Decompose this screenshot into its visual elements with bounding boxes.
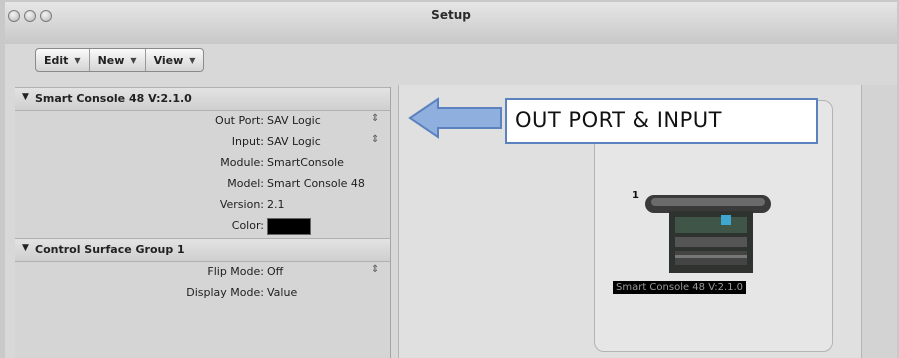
select-arrows-icon[interactable]: ⇕ xyxy=(371,264,379,275)
section-title: Control Surface Group 1 xyxy=(35,243,185,256)
inspector-panel: ▼ Smart Console 48 V:2.1.0 Out Port: SAV… xyxy=(15,87,391,358)
new-menu-label: New xyxy=(97,53,125,67)
display-mode-row: Display Mode: Value xyxy=(15,282,390,303)
field-label: Flip Mode: xyxy=(207,265,264,278)
field-label: Version: xyxy=(219,198,264,211)
left-arrow-icon xyxy=(408,97,502,139)
edit-menu-button[interactable]: Edit ▼ xyxy=(36,49,90,71)
field-label: Display Mode: xyxy=(186,286,264,299)
color-swatch[interactable] xyxy=(267,218,311,235)
console-device-icon[interactable] xyxy=(641,185,781,285)
title-bar: Setup xyxy=(5,2,897,44)
chevron-down-icon: ▼ xyxy=(130,55,137,65)
section-title: Smart Console 48 V:2.1.0 xyxy=(35,92,192,105)
flip-mode-row: Flip Mode: Off ⇕ xyxy=(15,261,390,282)
version-row: Version: 2.1 xyxy=(15,194,390,215)
disclosure-triangle-icon[interactable]: ▼ xyxy=(22,243,29,253)
flip-mode-select[interactable]: Off xyxy=(267,265,283,278)
field-label: Model: xyxy=(227,177,264,190)
annotation-text: OUT PORT & INPUT xyxy=(515,108,722,132)
chevron-down-icon: ▼ xyxy=(189,55,196,65)
module-row: Module: SmartConsole xyxy=(15,152,390,173)
model-row: Model: Smart Console 48 xyxy=(15,173,390,194)
scroll-area xyxy=(861,85,897,358)
chevron-down-icon: ▼ xyxy=(74,55,81,65)
input-row: Input: SAV Logic ⇕ xyxy=(15,131,390,152)
field-label: Module: xyxy=(220,156,264,169)
device-number: 1 xyxy=(632,190,639,201)
field-label: Color: xyxy=(231,219,264,232)
view-menu-button[interactable]: View ▼ xyxy=(146,49,204,71)
window-title: Setup xyxy=(431,8,471,22)
edit-menu-label: Edit xyxy=(44,53,69,67)
annotation-callout: OUT PORT & INPUT xyxy=(505,98,818,144)
section-header-device[interactable]: ▼ Smart Console 48 V:2.1.0 xyxy=(15,87,390,111)
out-port-select[interactable]: SAV Logic xyxy=(267,114,321,127)
field-label: Out Port: xyxy=(215,114,264,127)
model-value: Smart Console 48 xyxy=(267,177,365,190)
toolbar: Edit ▼ New ▼ View ▼ xyxy=(35,48,205,72)
field-label: Input: xyxy=(231,135,264,148)
new-menu-button[interactable]: New ▼ xyxy=(90,49,146,71)
color-row: Color: xyxy=(15,215,390,236)
section-header-control-surface-group[interactable]: ▼ Control Surface Group 1 xyxy=(15,238,390,262)
module-value: SmartConsole xyxy=(267,156,344,169)
version-value: 2.1 xyxy=(267,198,285,211)
setup-window: Setup Edit ▼ New ▼ View ▼ ▼ Smart Consol… xyxy=(5,2,897,358)
device-label: Smart Console 48 V:2.1.0 xyxy=(613,281,747,294)
out-port-row: Out Port: SAV Logic ⇕ xyxy=(15,110,390,131)
disclosure-triangle-icon[interactable]: ▼ xyxy=(22,92,29,102)
select-arrows-icon[interactable]: ⇕ xyxy=(371,134,379,145)
view-menu-label: View xyxy=(153,53,184,67)
display-mode-select[interactable]: Value xyxy=(267,286,297,299)
input-select[interactable]: SAV Logic xyxy=(267,135,321,148)
select-arrows-icon[interactable]: ⇕ xyxy=(371,113,379,124)
